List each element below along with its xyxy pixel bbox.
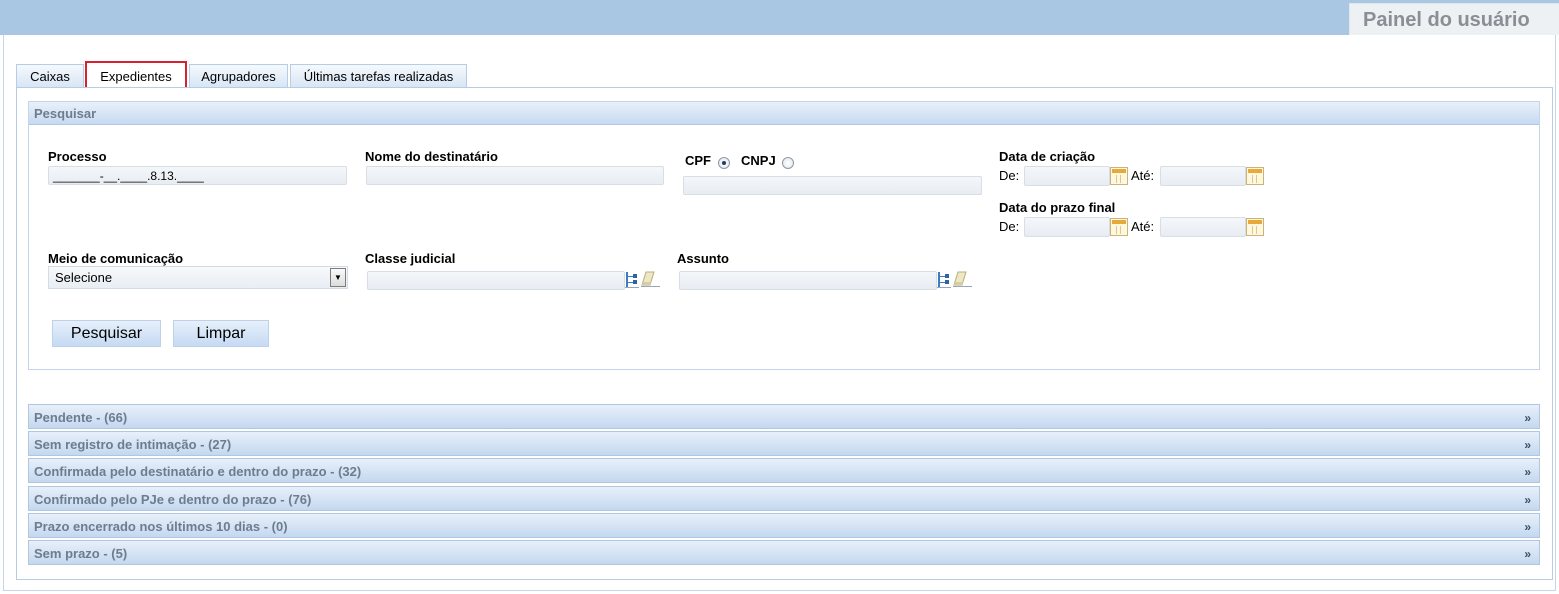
tree-icon[interactable] [625, 271, 639, 289]
destinatario-label: Nome do destinatário [365, 149, 498, 164]
expand-chevron-icon[interactable]: » [1524, 520, 1531, 534]
dropdown-arrow-icon[interactable]: ▼ [330, 268, 346, 287]
data-prazo-label: Data do prazo final [999, 200, 1116, 215]
expand-chevron-icon[interactable]: » [1524, 438, 1531, 452]
cnpj-radio[interactable] [782, 157, 794, 169]
assunto-input[interactable] [679, 271, 937, 290]
cnpj-label: CNPJ [741, 153, 776, 168]
group-row-label: Sem registro de intimação - (27) [34, 437, 232, 452]
classe-judicial-input[interactable] [367, 271, 625, 290]
data-criacao-ate-input[interactable] [1160, 166, 1246, 186]
page-title: Painel do usuário [1349, 3, 1559, 35]
calendar-icon[interactable] [1110, 167, 1128, 185]
expand-chevron-icon[interactable]: » [1524, 493, 1531, 507]
group-row-confirmada-destinatario[interactable]: Confirmada pelo destinatário e dentro do… [28, 458, 1540, 483]
processo-input[interactable]: _______-__.____.8.13.____ [48, 166, 347, 185]
group-row-pendente[interactable]: Pendente - (66) » [28, 404, 1540, 429]
tab-agrupadores[interactable]: Agrupadores [189, 64, 288, 88]
top-bar [0, 0, 1559, 35]
tab-caixas[interactable]: Caixas [16, 64, 84, 88]
tab-expedientes[interactable]: Expedientes [85, 61, 187, 91]
meio-comunicacao-label: Meio de comunicação [48, 251, 184, 266]
group-row-label: Pendente - (66) [34, 410, 128, 425]
processo-label: Processo [48, 149, 107, 164]
tree-icon[interactable] [937, 271, 951, 289]
data-prazo-ate-label: Até: [1131, 219, 1155, 234]
search-button[interactable]: Pesquisar [52, 320, 161, 347]
data-criacao-label: Data de criação [999, 149, 1096, 164]
group-row-sem-registro[interactable]: Sem registro de intimação - (27) » [28, 431, 1540, 456]
cpf-label: CPF [685, 153, 711, 168]
data-criacao-ate-label: Até: [1131, 168, 1155, 183]
group-row-label: Confirmada pelo destinatário e dentro do… [34, 464, 362, 479]
destinatario-input[interactable] [366, 166, 664, 185]
group-row-label: Prazo encerrado nos últimos 10 dias - (0… [34, 519, 288, 534]
group-row-sem-prazo[interactable]: Sem prazo - (5) » [28, 540, 1540, 565]
assunto-label: Assunto [677, 251, 729, 266]
group-row-label: Confirmado pelo PJe e dentro do prazo - … [34, 492, 312, 507]
data-prazo-de-label: De: [999, 219, 1020, 234]
eraser-icon[interactable] [640, 270, 660, 288]
data-prazo-ate-input[interactable] [1160, 217, 1246, 237]
cpf-radio[interactable] [718, 157, 730, 169]
calendar-icon[interactable] [1110, 218, 1128, 236]
expand-chevron-icon[interactable]: » [1524, 465, 1531, 479]
eraser-icon[interactable] [952, 270, 972, 288]
meio-comunicacao-select[interactable]: Selecione ▼ [48, 266, 348, 289]
classe-judicial-label: Classe judicial [365, 251, 456, 266]
clear-button[interactable]: Limpar [173, 320, 269, 347]
calendar-icon[interactable] [1246, 167, 1264, 185]
search-panel-header: Pesquisar [29, 102, 1539, 125]
group-row-label: Sem prazo - (5) [34, 546, 128, 561]
meio-comunicacao-value: Selecione [55, 270, 113, 285]
expand-chevron-icon[interactable]: » [1524, 411, 1531, 425]
group-row-confirmado-pje[interactable]: Confirmado pelo PJe e dentro do prazo - … [28, 486, 1540, 511]
data-criacao-de-label: De: [999, 168, 1020, 183]
cpf-cnpj-input[interactable] [683, 176, 982, 195]
data-criacao-de-input[interactable] [1024, 166, 1110, 186]
data-prazo-de-input[interactable] [1024, 217, 1110, 237]
calendar-icon[interactable] [1246, 218, 1264, 236]
tab-ultimas-tarefas[interactable]: Últimas tarefas realizadas [290, 64, 467, 88]
expand-chevron-icon[interactable]: » [1524, 547, 1531, 561]
group-row-prazo-encerrado[interactable]: Prazo encerrado nos últimos 10 dias - (0… [28, 513, 1540, 538]
